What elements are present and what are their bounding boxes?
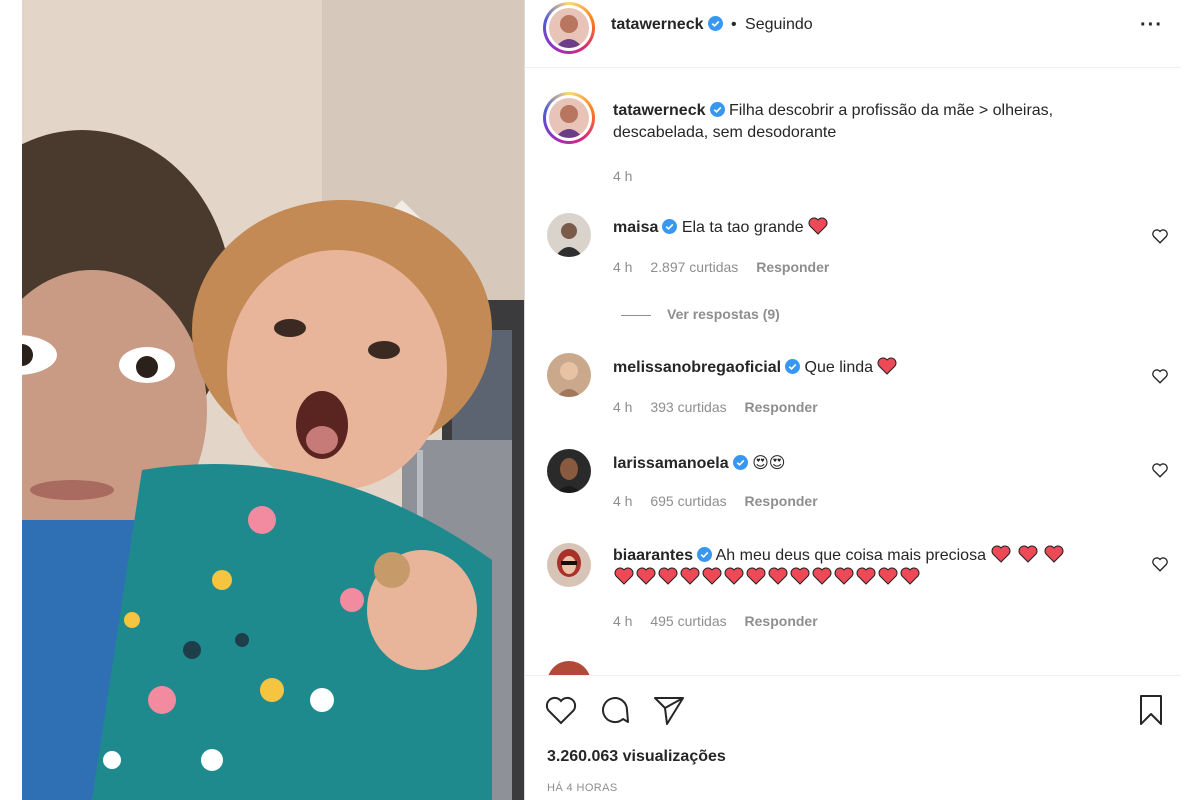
reply-button[interactable]: Responder (745, 613, 818, 629)
comment-meta: 4 h 393 curtidas Responder (613, 399, 832, 415)
comment-likes[interactable]: 695 curtidas (650, 493, 726, 509)
comment-body: Ela ta tao grande (681, 219, 804, 236)
video-frame-illustration (22, 0, 524, 800)
view-count[interactable]: 3.260.063 visualizações (547, 748, 726, 766)
heart-outline-icon[interactable] (543, 692, 579, 728)
red-heart-emoji-icon (702, 567, 722, 585)
comment-text: melissanobregaoficial Que linda (613, 357, 1133, 379)
commenter-avatar[interactable] (547, 543, 591, 587)
red-heart-emoji-icon (1018, 545, 1038, 563)
red-heart-emoji-icon (680, 567, 700, 585)
author-avatar[interactable] (543, 2, 595, 54)
red-heart-emoji-icon (614, 567, 634, 585)
comment-likes[interactable]: 2.897 curtidas (650, 259, 738, 275)
red-heart-emoji-icon (856, 567, 876, 585)
comment-text: maisa Ela ta tao grande (613, 217, 1133, 239)
view-replies-button[interactable]: Ver respostas (9) (621, 306, 780, 322)
comment-body: Que linda (804, 359, 874, 376)
comment-meta: 4 h 2.897 curtidas Responder (613, 259, 843, 275)
verified-badge-icon (697, 547, 713, 562)
comments-list[interactable]: tatawerneck Filha descobrir a profissão … (525, 69, 1181, 675)
comment-time: 4 h (613, 399, 633, 415)
comment-text: biaarantes Ah meu deus que coisa mais pr… (613, 545, 1133, 589)
comment-username[interactable]: larissamanoela (613, 455, 729, 472)
comment-likes[interactable]: 495 curtidas (650, 613, 726, 629)
caption-username[interactable]: tatawerneck (613, 102, 706, 119)
red-heart-emoji-icon (768, 567, 788, 585)
like-comment-icon[interactable] (1151, 555, 1169, 573)
red-heart-emoji-icon (834, 567, 854, 585)
comment-username[interactable]: maisa (613, 219, 658, 236)
like-comment-icon[interactable] (1151, 367, 1169, 385)
like-comment-icon[interactable] (1151, 461, 1169, 479)
red-heart-emoji-icon (724, 567, 744, 585)
speech-bubble-icon[interactable] (597, 692, 633, 728)
reply-button[interactable]: Responder (745, 493, 818, 509)
separator-dot: • (730, 16, 737, 33)
replies-line (621, 314, 651, 316)
caption-meta: 4 h (613, 168, 646, 184)
caption-time: 4 h (613, 168, 633, 184)
comment-body: 😍😍 (752, 455, 786, 472)
bookmark-icon[interactable] (1133, 692, 1169, 728)
comment-username[interactable]: biaarantes (613, 547, 693, 564)
red-heart-emoji-icon (746, 567, 766, 585)
like-comment-icon[interactable] (1151, 227, 1169, 245)
comment-time: 4 h (613, 493, 633, 509)
red-heart-emoji-icon (878, 567, 898, 585)
following-status[interactable]: Seguindo (745, 16, 813, 33)
red-heart-emoji-icon (658, 567, 678, 585)
red-heart-emoji-icon (812, 567, 832, 585)
comment-meta: 4 h 695 curtidas Responder (613, 493, 832, 509)
red-heart-emoji-icon (790, 567, 810, 585)
verified-badge-icon (707, 16, 723, 31)
view-replies-label: Ver respostas (9) (667, 306, 780, 322)
red-heart-emoji-icon (808, 217, 828, 235)
commenter-avatar[interactable] (547, 213, 591, 257)
post-timestamp[interactable]: HÁ 4 HORAS (547, 782, 618, 794)
comment-meta: 4 h 495 curtidas Responder (613, 613, 832, 629)
verified-badge-icon (732, 455, 748, 470)
post-side-panel: tatawerneck • Seguindo ··· tatawerneck F… (524, 0, 1181, 800)
reply-button[interactable]: Responder (745, 399, 818, 415)
commenter-avatar[interactable] (547, 661, 591, 675)
reply-button[interactable]: Responder (756, 259, 829, 275)
author-username[interactable]: tatawerneck (611, 16, 704, 33)
post-media[interactable] (22, 0, 524, 800)
post-header: tatawerneck • Seguindo ··· (525, 0, 1181, 68)
commenter-avatar[interactable] (547, 449, 591, 493)
header-user-line: tatawerneck • Seguindo (611, 16, 813, 34)
red-heart-emoji-icon (900, 567, 920, 585)
verified-badge-icon (785, 359, 801, 374)
red-heart-emoji-icon (636, 567, 656, 585)
comment-body: Ah meu deus que coisa mais preciosa (715, 547, 986, 564)
comment-text: larissamanoela 😍😍 (613, 453, 1133, 475)
comment-likes[interactable]: 393 curtidas (650, 399, 726, 415)
red-heart-emoji-icon (1044, 545, 1064, 563)
more-options-icon[interactable]: ··· (1140, 14, 1163, 37)
verified-badge-icon (709, 102, 725, 117)
red-heart-emoji-icon (991, 545, 1011, 563)
comment-time: 4 h (613, 613, 633, 629)
paper-plane-icon[interactable] (651, 692, 687, 728)
red-heart-emoji-icon (877, 357, 897, 375)
comment-time: 4 h (613, 259, 633, 275)
commenter-avatar[interactable] (547, 353, 591, 397)
caption-text: tatawerneck Filha descobrir a profissão … (613, 100, 1133, 144)
comment-username[interactable]: melissanobregaoficial (613, 359, 781, 376)
verified-badge-icon (662, 219, 678, 234)
caption-author-avatar[interactable] (543, 92, 595, 144)
post-actions-bar: 3.260.063 visualizações HÁ 4 HORAS (525, 675, 1181, 800)
